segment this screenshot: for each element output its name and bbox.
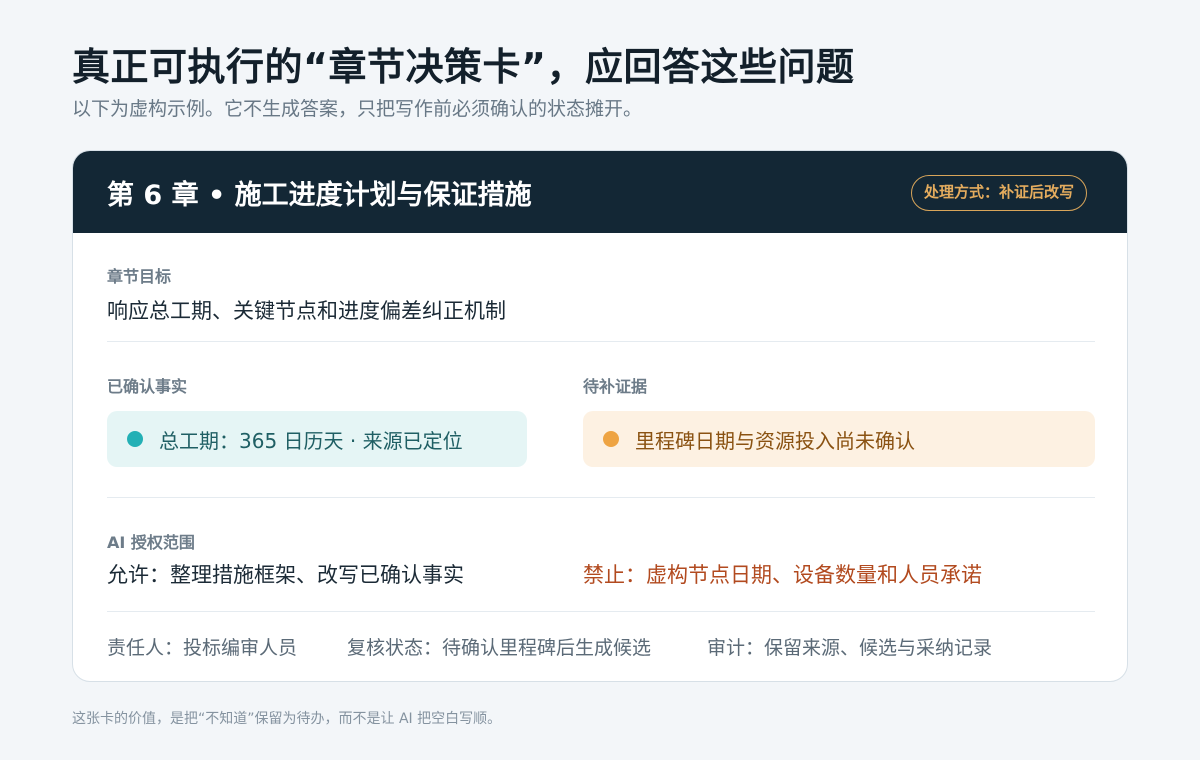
owner-text: 责任人：投标编审人员 xyxy=(107,637,298,659)
confirmed-facts-label: 已确认事实 xyxy=(107,377,188,396)
audit-text: 审计：保留来源、候选与采纳记录 xyxy=(707,637,993,659)
section-divider xyxy=(107,611,1095,612)
confirmed-fact-item: 总工期：365 日历天 · 来源已定位 xyxy=(107,411,527,467)
review-status-text: 复核状态：待确认里程碑后生成候选 xyxy=(347,637,652,659)
handling-badge: 处理方式：补证后改写 xyxy=(910,175,1087,211)
page-title: 真正可执行的“章节决策卡”，应回答这些问题 xyxy=(72,45,855,89)
page-subtitle: 以下为虚构示例。它不生成答案，只把写作前必须确认的状态摊开。 xyxy=(72,98,643,120)
pending-evidence-label: 待补证据 xyxy=(583,377,648,396)
goal-text: 响应总工期、关键节点和进度偏差纠正机制 xyxy=(107,299,506,323)
section-divider xyxy=(107,497,1095,498)
pending-status-dot-icon xyxy=(603,431,619,447)
ai-scope-label: AI 授权范围 xyxy=(107,533,195,552)
ai-allowed-text: 允许：整理措施框架、改写已确认事实 xyxy=(107,563,464,587)
confirmed-fact-text: 总工期：365 日历天 · 来源已定位 xyxy=(159,428,463,453)
goal-label: 章节目标 xyxy=(107,267,172,286)
ai-forbidden-text: 禁止：虚构节点日期、设备数量和人员承诺 xyxy=(583,563,982,587)
confirmed-status-dot-icon xyxy=(127,431,143,447)
pending-evidence-text: 里程碑日期与资源投入尚未确认 xyxy=(635,428,915,453)
chapter-decision-card: 第 6 章 • 施工进度计划与保证措施 处理方式：补证后改写 章节目标 响应总工… xyxy=(72,150,1128,682)
footnote: 这张卡的价值，是把“不知道”保留为待办，而不是让 AI 把空白写顺。 xyxy=(72,711,502,727)
pending-evidence-item: 里程碑日期与资源投入尚未确认 xyxy=(583,411,1095,467)
card-header: 第 6 章 • 施工进度计划与保证措施 处理方式：补证后改写 xyxy=(73,151,1127,233)
section-divider xyxy=(107,341,1095,342)
card-title: 第 6 章 • 施工进度计划与保证措施 xyxy=(107,180,532,211)
